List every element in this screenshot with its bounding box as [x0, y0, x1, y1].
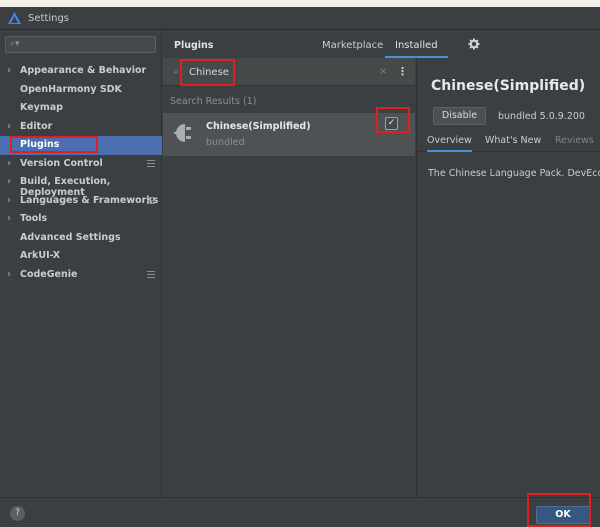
plugins-title: Plugins: [174, 40, 214, 51]
project-level-icon: [147, 196, 155, 204]
tab-installed[interactable]: Installed: [385, 31, 448, 58]
sidebar-item-label: Appearance & Behavior: [20, 65, 147, 76]
sidebar-item-label: CodeGenie: [20, 268, 78, 280]
more-options-icon[interactable]: ⋮: [397, 65, 408, 78]
sidebar-item-languages-frameworks[interactable]: › Languages & Frameworks: [0, 192, 162, 211]
chevron-right-icon[interactable]: ›: [7, 158, 11, 169]
search-icon: ⌕▾: [10, 39, 20, 49]
plugins-header: Plugins Marketplace Installed: [163, 31, 600, 58]
settings-window: Settings ⌕▾ › Appearance & Behavior OpenHa…: [0, 7, 600, 527]
plugin-search-input[interactable]: ⌕ Chinese × ⋮: [163, 58, 415, 86]
sidebar-item-build-execution-deployment[interactable]: › Build, Execution, Deployment: [0, 173, 162, 198]
chevron-right-icon[interactable]: ›: [7, 121, 11, 132]
plugin-list-item[interactable]: Chinese(Simplified) bundled ✓: [163, 113, 415, 156]
top-strip: [0, 0, 600, 7]
sidebar-item-label: Editor: [20, 120, 53, 132]
sidebar-item-keymap[interactable]: Keymap: [0, 99, 162, 118]
sidebar-item-label: Tools: [20, 213, 48, 224]
tab-overview[interactable]: Overview: [427, 135, 472, 152]
chevron-right-icon[interactable]: ›: [7, 176, 11, 187]
sidebar-item-version-control[interactable]: › Version Control: [0, 155, 162, 174]
sidebar-item-label: Languages & Frameworks: [20, 194, 159, 206]
chevron-right-icon[interactable]: ›: [7, 269, 11, 280]
plugin-version: bundled 5.0.9.200: [498, 111, 585, 122]
sidebar-item-arkui-x[interactable]: ArkUI-X: [0, 247, 162, 266]
plugin-icon: [174, 124, 191, 142]
sidebar-item-label: ArkUI-X: [20, 250, 61, 261]
plugin-detail-panel: Chinese(Simplified) Disable bundled 5.0.…: [416, 58, 600, 497]
sidebar-item-editor[interactable]: › Editor: [0, 118, 162, 137]
sidebar-item-codegenie[interactable]: › CodeGenie: [0, 266, 162, 285]
settings-search-input[interactable]: ⌕▾: [5, 36, 156, 53]
project-level-icon: [147, 270, 155, 278]
search-icon: ⌕: [173, 66, 179, 77]
settings-sidebar: ⌕▾ › Appearance & Behavior OpenHarmony SDK…: [0, 31, 162, 497]
tab-whats-new[interactable]: What's New: [485, 135, 541, 146]
plugin-description: The Chinese Language Pack. DevEco Studio: [428, 168, 600, 179]
sidebar-item-label: Plugins: [20, 139, 60, 150]
plugins-panel: Plugins Marketplace Installed ⌕ Chinese …: [163, 31, 600, 497]
detail-title: Chinese(Simplified): [431, 78, 586, 94]
ok-button[interactable]: OK: [536, 506, 590, 524]
settings-tree: › Appearance & Behavior OpenHarmony SDK Key…: [0, 62, 162, 284]
disable-button[interactable]: Disable: [433, 107, 486, 125]
sidebar-item-plugins[interactable]: Plugins: [0, 136, 162, 155]
gear-icon[interactable]: [468, 38, 480, 50]
plugin-search-query: Chinese: [189, 67, 229, 78]
sidebar-item-tools[interactable]: › Tools: [0, 210, 162, 229]
sidebar-item-label: Advanced Settings: [20, 231, 121, 243]
chevron-right-icon[interactable]: ›: [7, 195, 11, 206]
tab-reviews[interactable]: Reviews: [555, 135, 594, 146]
sidebar-item-label: Keymap: [20, 102, 63, 113]
title-bar: Settings: [0, 7, 600, 30]
plugin-enabled-checkbox[interactable]: ✓: [385, 117, 398, 130]
sidebar-item-openharmony-sdk[interactable]: OpenHarmony SDK: [0, 81, 162, 100]
sidebar-item-appearance-behavior[interactable]: › Appearance & Behavior: [0, 62, 162, 81]
plugin-name: Chinese(Simplified): [206, 121, 311, 132]
detail-tabs: Overview What's New Reviews: [417, 131, 600, 152]
tab-marketplace[interactable]: Marketplace: [322, 40, 383, 51]
chevron-right-icon[interactable]: ›: [7, 65, 11, 76]
sidebar-item-label: Version Control: [20, 157, 103, 169]
window-title: Settings: [28, 12, 70, 24]
sidebar-item-advanced-settings[interactable]: Advanced Settings: [0, 229, 162, 248]
help-icon[interactable]: ?: [10, 506, 25, 521]
project-level-icon: [147, 159, 155, 167]
clear-icon[interactable]: ×: [379, 66, 387, 77]
app-logo-icon: [8, 12, 21, 24]
dialog-footer: ? OK: [0, 497, 600, 527]
chevron-right-icon[interactable]: ›: [7, 213, 11, 224]
sidebar-item-label: OpenHarmony SDK: [20, 83, 122, 95]
search-results-label: Search Results (1): [170, 96, 257, 107]
plugin-source: bundled: [206, 137, 245, 148]
